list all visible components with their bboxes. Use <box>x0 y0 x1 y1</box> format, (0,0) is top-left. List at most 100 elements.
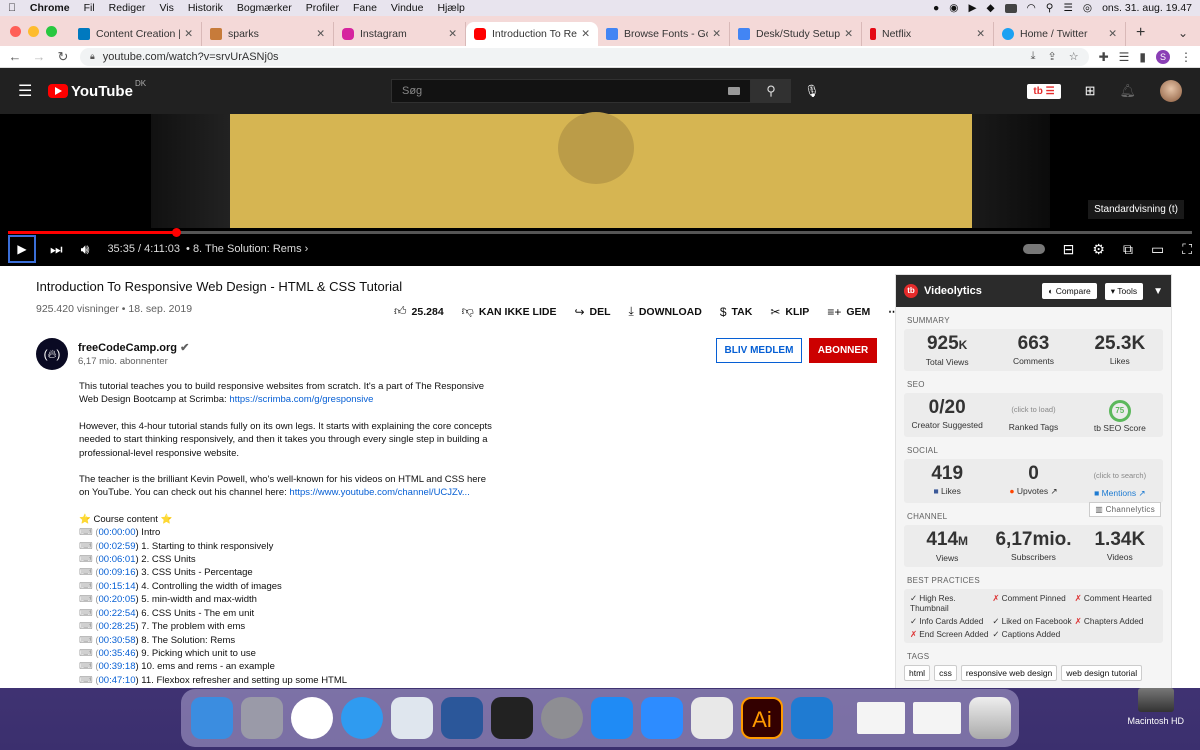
reddit-upvotes-label[interactable]: ● Upvotes ↗ <box>990 486 1076 497</box>
reload-icon[interactable]: ↻ <box>56 49 70 65</box>
tab-google-docs[interactable]: Desk/Study Setup - Go✕ <box>730 22 862 46</box>
miniplayer-icon[interactable]: ⧉ <box>1123 241 1133 258</box>
close-tab-icon[interactable]: ✕ <box>184 28 193 40</box>
play-status-icon[interactable]: ▶ <box>968 2 976 14</box>
progress-bar[interactable] <box>8 228 1192 237</box>
dropbox-status-icon[interactable]: ◆ <box>987 2 995 14</box>
subscribe-button[interactable]: ABONNER <box>809 338 877 363</box>
tag-chip[interactable]: web design tutorial <box>1061 665 1143 681</box>
chapter-timestamp-link[interactable]: 00:30:58 <box>99 635 136 646</box>
menu-history[interactable]: Historik <box>188 2 223 14</box>
close-tab-icon[interactable]: ✕ <box>581 28 590 40</box>
kevin-channel-link[interactable]: https://www.youtube.com/channel/UCJZv... <box>289 487 469 498</box>
channel-name[interactable]: freeCodeCamp.org ✔ <box>78 341 189 354</box>
chapter-timestamp-link[interactable]: 00:28:25 <box>99 621 136 632</box>
autoplay-toggle[interactable] <box>1022 244 1045 254</box>
chapter-timestamp-link[interactable]: 00:02:59 <box>99 541 136 552</box>
recent-window-thumbnail[interactable] <box>857 702 905 734</box>
profile-avatar[interactable]: S <box>1156 49 1170 64</box>
menu-view[interactable]: Vis <box>159 2 173 14</box>
minimize-window-button[interactable] <box>28 26 39 37</box>
creative-cloud-status-icon[interactable]: ● <box>933 2 939 14</box>
preview-icon[interactable] <box>391 697 433 739</box>
chapter-timestamp-link[interactable]: 00:39:18 <box>99 661 136 672</box>
volume-icon[interactable]: 🔊︎ <box>81 241 90 258</box>
reading-list-icon[interactable]: ☰ <box>1119 50 1130 64</box>
search-input[interactable]: Søg <box>391 79 751 103</box>
tubebuddy-icon[interactable]: tb ☰ <box>1027 83 1061 99</box>
creative-cloud-icon[interactable] <box>691 697 733 739</box>
tab-google-fonts[interactable]: Browse Fonts - Google✕ <box>598 22 730 46</box>
download-button[interactable]: ⤓ DOWNLOAD <box>629 304 702 319</box>
close-tab-icon[interactable]: ✕ <box>712 28 721 40</box>
spotlight-icon[interactable]: ⚲ <box>1046 2 1054 14</box>
channelytics-button[interactable]: ▥ Channelytics <box>1089 502 1161 517</box>
thanks-button[interactable]: $ TAK <box>720 305 753 319</box>
chapter-chevron-icon[interactable]: › <box>302 243 309 255</box>
video-player[interactable]: Standardvisning (t) ▶ ⏭ 🔊︎ 35:35 / 4:11:… <box>0 112 1200 266</box>
chrome-menu-icon[interactable]: ⋮ <box>1180 50 1192 64</box>
finder-icon[interactable] <box>191 697 233 739</box>
fullscreen-icon[interactable]: ⛶ <box>1182 241 1192 258</box>
scrimba-link[interactable]: https://scrimba.com/g/gresponsive <box>229 394 373 405</box>
app-store-icon[interactable] <box>591 697 633 739</box>
close-tab-icon[interactable]: ✕ <box>976 28 985 40</box>
extensions-puzzle-icon[interactable]: ✚ <box>1099 50 1109 64</box>
next-video-icon[interactable]: ⏭ <box>50 241 63 258</box>
join-membership-button[interactable]: BLIV MEDLEM <box>716 338 802 363</box>
chapter-timestamp-link[interactable]: 00:22:54 <box>99 608 136 619</box>
system-preferences-icon[interactable] <box>541 697 583 739</box>
menu-file[interactable]: Fil <box>84 2 95 14</box>
chapter-timestamp-link[interactable]: 00:15:14 <box>99 581 136 592</box>
menu-edit[interactable]: Rediger <box>109 2 146 14</box>
like-button[interactable]: 👍︎ 25.284 <box>394 304 444 319</box>
twitter-mentions-label[interactable]: ■ Mentions ↗ <box>1077 488 1163 499</box>
chapter-title[interactable]: • 8. The Solution: Rems <box>186 243 302 255</box>
tab-sparks[interactable]: sparks ✕ <box>202 22 334 46</box>
share-icon[interactable]: ⇪ <box>1047 50 1056 63</box>
new-tab-button[interactable]: + <box>1126 22 1155 46</box>
share-button[interactable]: ↪ DEL <box>574 305 610 319</box>
notifications-bell-icon[interactable]: 🔔︎ <box>1119 83 1136 99</box>
recent-window-thumbnail[interactable] <box>913 702 961 734</box>
theater-mode-icon[interactable]: ▭ <box>1151 241 1164 258</box>
lock-icon[interactable]: 🔒︎ <box>90 51 95 62</box>
user-avatar[interactable] <box>1160 80 1182 102</box>
forward-icon[interactable]: → <box>32 49 46 64</box>
voice-search-mic-icon[interactable]: 🎙︎ <box>800 79 824 103</box>
trash-icon[interactable] <box>969 697 1011 739</box>
tab-instagram[interactable]: Instagram ✕ <box>334 22 466 46</box>
wifi-icon[interactable]: ◠ <box>1027 2 1036 14</box>
back-icon[interactable]: ← <box>8 49 22 64</box>
tab-twitter[interactable]: Home / Twitter ✕ <box>994 22 1126 46</box>
safari-icon[interactable] <box>341 697 383 739</box>
side-panel-icon[interactable]: ▮ <box>1139 50 1146 64</box>
chapter-timestamp-link[interactable]: 00:47:10 <box>99 675 136 686</box>
compare-button[interactable]: ◐ Compare <box>1042 283 1097 299</box>
address-bar[interactable]: 🔒︎ youtube.com/watch?v=srvUrASNj0s ⤓ ⇪ ☆ <box>80 47 1089 66</box>
tag-chip[interactable]: css <box>934 665 957 681</box>
siri-icon[interactable]: ◎ <box>1083 2 1092 14</box>
search-button[interactable]: ⚲ <box>751 79 791 103</box>
hamburger-menu-icon[interactable]: ☰ <box>18 81 32 101</box>
tools-button[interactable]: ▾ Tools <box>1104 282 1144 300</box>
bookmark-star-icon[interactable]: ☆ <box>1069 50 1079 63</box>
record-status-icon[interactable]: ◉ <box>949 2 958 14</box>
apple-icon[interactable]:  <box>8 2 16 14</box>
word-icon[interactable] <box>441 697 483 739</box>
tab-trello[interactable]: Content Creation | Trello✕ <box>70 22 202 46</box>
battery-icon[interactable] <box>1004 3 1017 13</box>
chapter-timestamp-link[interactable]: 00:20:05 <box>99 594 136 605</box>
play-button[interactable]: ▶ <box>8 235 36 263</box>
keyboard-icon[interactable] <box>728 87 740 95</box>
chrome-icon[interactable] <box>291 697 333 739</box>
close-tab-icon[interactable]: ✕ <box>1108 28 1117 40</box>
channel-avatar[interactable]: (🔥︎) <box>36 338 68 370</box>
collapse-caret-icon[interactable]: ▼ <box>1153 286 1163 297</box>
tag-chip[interactable]: responsive web design <box>960 665 1058 681</box>
illustrator-icon[interactable]: Ai <box>741 697 783 739</box>
settings-gear-icon[interactable]: ⚙ <box>1092 241 1105 258</box>
close-tab-icon[interactable]: ✕ <box>316 28 325 40</box>
tab-search-icon[interactable]: ⌄ <box>1166 22 1200 46</box>
tag-chip[interactable]: html <box>904 665 931 681</box>
